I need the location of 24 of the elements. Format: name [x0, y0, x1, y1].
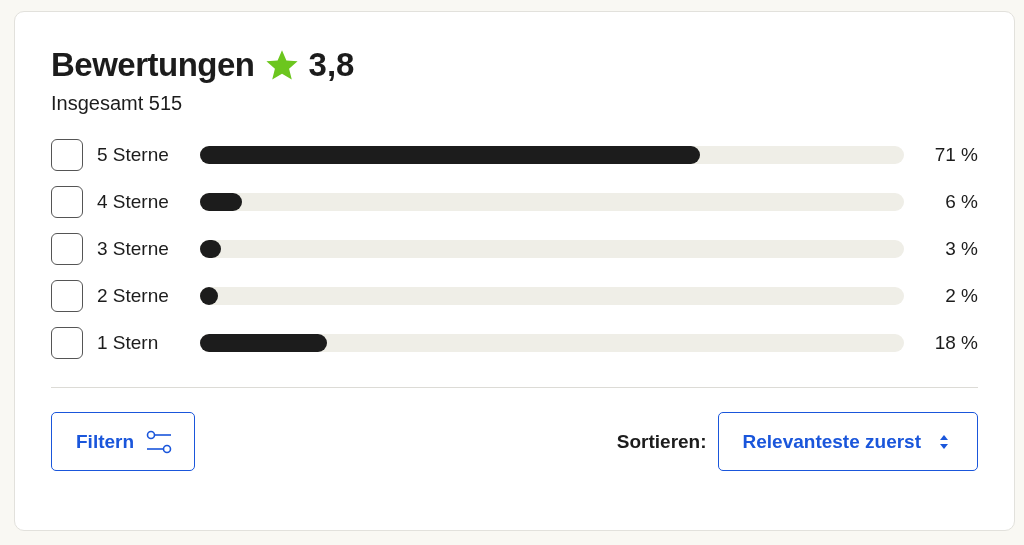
percentage: 3 %	[944, 238, 978, 260]
percentage: 2 %	[944, 285, 978, 307]
checkbox[interactable]	[51, 186, 83, 218]
checkbox[interactable]	[51, 280, 83, 312]
percentage: 18 %	[933, 332, 978, 354]
filter-button[interactable]: Filtern	[51, 412, 196, 471]
star-icon	[264, 48, 299, 82]
total-count: Insgesamt 515	[51, 92, 184, 115]
star-filter-label: 3 Sterne	[97, 238, 170, 260]
star-filter-label: 4 Sterne	[97, 191, 170, 213]
checkbox[interactable]	[51, 233, 83, 265]
star-filter-label: 5 Sterne	[97, 144, 170, 166]
star-filter-label: 1 Stern	[97, 332, 160, 354]
reviews-title: Bewertungen	[51, 46, 255, 84]
checkbox[interactable]	[51, 139, 83, 171]
sort-caret-icon	[939, 433, 949, 450]
average-rating: 3,8	[308, 46, 355, 84]
star-filter-label: 2 Sterne	[97, 285, 170, 307]
checkbox[interactable]	[51, 327, 83, 359]
sort-dropdown[interactable]: Relevanteste zuerst	[717, 412, 978, 471]
sort-label: Sortieren:	[616, 430, 707, 453]
sliders-icon	[146, 429, 173, 454]
percentage: 71 %	[933, 144, 978, 166]
percentage: 6 %	[944, 191, 978, 213]
